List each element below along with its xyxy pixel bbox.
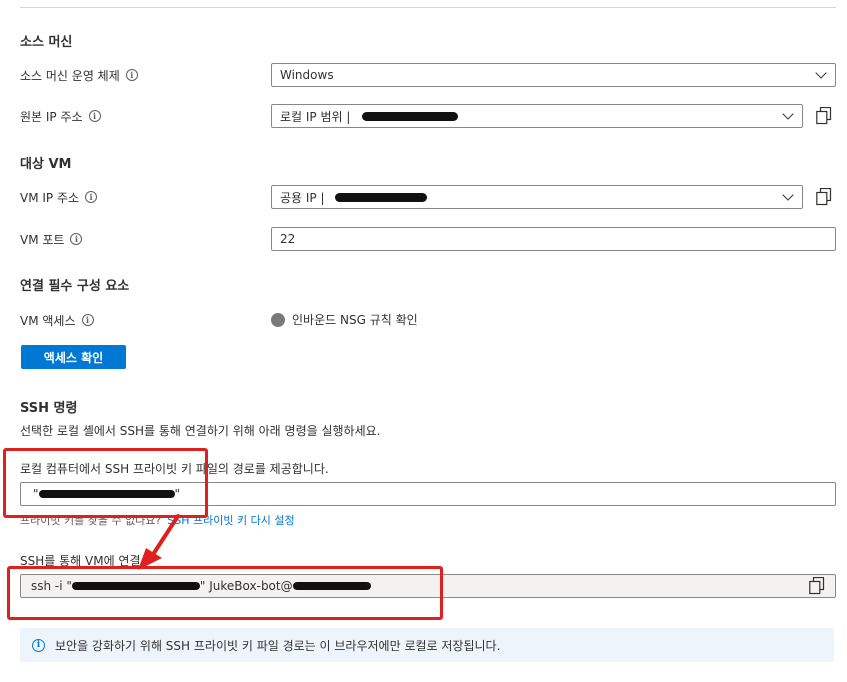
source-os-label-text: 소스 머신 운영 체제: [20, 68, 120, 83]
status-dot-icon: [271, 312, 285, 327]
source-ip-label-text: 원본 IP 주소: [20, 109, 83, 124]
target-ip-dropdown[interactable]: 공용 IP |: [271, 185, 803, 209]
vm-access-status-text: 인바운드 NSG 규칙 확인: [292, 313, 418, 327]
chevron-down-icon: [782, 107, 794, 120]
info-icon[interactable]: i: [125, 69, 138, 81]
info-icon: i: [32, 638, 45, 652]
target-ip-label-text: VM IP 주소: [20, 190, 80, 205]
info-icon[interactable]: i: [70, 233, 83, 245]
copy-icon[interactable]: [809, 577, 825, 595]
source-ip-value: 로컬 IP 범위 |: [280, 109, 351, 124]
target-port-value: 22: [280, 232, 296, 246]
info-icon[interactable]: i: [88, 110, 101, 122]
chevron-down-icon: [782, 188, 794, 201]
target-port-label-text: VM 포트: [20, 232, 65, 247]
ssh-section-title: SSH 명령: [20, 401, 78, 416]
target-port-label: VM 포트 i: [20, 231, 83, 247]
redaction-scribble: [362, 111, 459, 121]
target-section-title: 대상 VM: [20, 157, 72, 172]
chevron-down-icon: [815, 66, 827, 79]
target-ip-value: 공용 IP |: [280, 190, 325, 205]
copy-icon[interactable]: [816, 188, 832, 206]
source-ip-dropdown[interactable]: 로컬 IP 범위 |: [271, 104, 803, 128]
info-icon[interactable]: i: [85, 191, 98, 203]
vm-access-label-text: VM 액세스: [20, 313, 76, 328]
vm-access-label: VM 액세스 i: [20, 312, 94, 328]
vm-access-status: 인바운드 NSG 규칙 확인: [271, 311, 418, 328]
target-port-input[interactable]: 22: [271, 227, 836, 251]
check-access-button[interactable]: 액세스 확인: [21, 345, 126, 369]
target-ip-label: VM IP 주소 i: [20, 189, 98, 205]
annotation-arrow-icon: [138, 514, 180, 570]
source-os-dropdown[interactable]: Windows: [271, 63, 836, 87]
source-os-label: 소스 머신 운영 체제 i: [20, 67, 138, 83]
prereq-section-title: 연결 필수 구성 요소: [20, 279, 130, 294]
info-bar-text: 보안을 강화하기 위해 SSH 프라이빗 키 파일 경로는 이 브라우저에만 로…: [55, 638, 501, 653]
source-section-title: 소스 머신: [20, 35, 73, 50]
info-bar: i 보안을 강화하기 위해 SSH 프라이빗 키 파일 경로는 이 브라우저에만…: [20, 628, 834, 662]
annotation-box-command: [7, 566, 443, 620]
source-os-value: Windows: [280, 68, 334, 82]
annotation-box-key: [3, 448, 208, 518]
info-icon[interactable]: i: [81, 314, 94, 326]
copy-icon[interactable]: [816, 107, 832, 125]
top-divider: [20, 7, 836, 8]
source-ip-label: 원본 IP 주소 i: [20, 108, 101, 124]
ssh-description: 선택한 로컬 셸에서 SSH를 통해 연결하기 위해 아래 명령을 실행하세요.: [20, 424, 381, 438]
redaction-scribble: [334, 192, 427, 202]
